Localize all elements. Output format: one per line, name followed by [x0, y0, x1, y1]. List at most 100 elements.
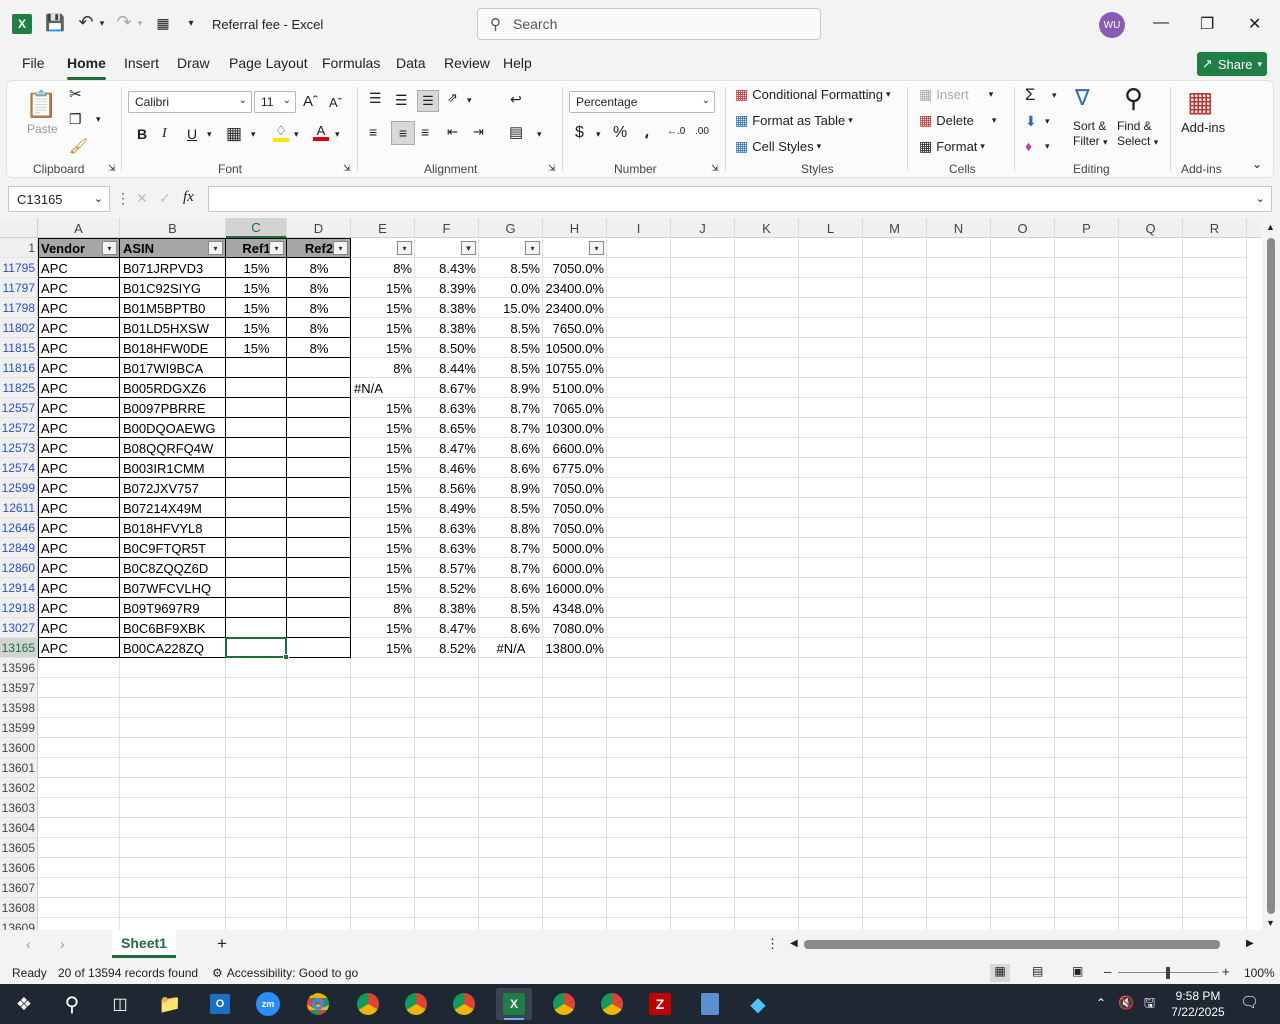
column-header-r[interactable]: R: [1183, 218, 1247, 238]
table-cell[interactable]: B072JXV757: [120, 478, 226, 498]
tab-formulas[interactable]: Formulas: [322, 55, 380, 71]
table-cell[interactable]: [226, 358, 287, 378]
table-cell[interactable]: 15%: [351, 338, 415, 358]
table-cell[interactable]: [226, 498, 287, 518]
table-cell[interactable]: [287, 578, 351, 598]
font-launcher-icon[interactable]: ⇲: [343, 163, 351, 174]
normal-view-icon[interactable]: ▦: [990, 964, 1010, 982]
chrome-profile-icon[interactable]: [398, 988, 434, 1020]
table-cell[interactable]: 8%: [351, 258, 415, 278]
table-cell[interactable]: 15%: [351, 318, 415, 338]
table-cell[interactable]: 8.50%: [415, 338, 479, 358]
zoom-in-icon[interactable]: +: [1222, 964, 1230, 979]
column-header-d[interactable]: D: [287, 218, 351, 238]
row-header[interactable]: 12573: [0, 438, 38, 458]
table-cell[interactable]: 10755.0%: [543, 358, 607, 378]
underline-icon[interactable]: U: [187, 126, 197, 142]
row-header[interactable]: 13598: [0, 698, 38, 718]
table-cell[interactable]: [226, 598, 287, 618]
table-cell[interactable]: 8%: [287, 298, 351, 318]
table-cell[interactable]: APC: [38, 338, 120, 358]
table-cell[interactable]: 8.6%: [479, 458, 543, 478]
excel-taskbar-icon[interactable]: X: [496, 988, 532, 1020]
tab-draw[interactable]: Draw: [177, 55, 210, 71]
table-cell[interactable]: 8.38%: [415, 298, 479, 318]
table-cell[interactable]: 8.57%: [415, 558, 479, 578]
next-sheet-icon[interactable]: ›: [60, 936, 65, 952]
table-cell[interactable]: B00CA228ZQ: [120, 638, 226, 658]
table-cell[interactable]: 8.49%: [415, 498, 479, 518]
row-header[interactable]: 13600: [0, 738, 38, 758]
accessibility-status[interactable]: ⚙ Accessibility: Good to go: [212, 966, 358, 980]
table-cell[interactable]: B08QQRFQ4W: [120, 438, 226, 458]
table-cell[interactable]: B07WFCVLHQ: [120, 578, 226, 598]
table-cell[interactable]: 8.46%: [415, 458, 479, 478]
column-header-j[interactable]: J: [671, 218, 735, 238]
row-header[interactable]: 13607: [0, 878, 38, 898]
minimize-icon[interactable]: —: [1153, 14, 1169, 32]
vertical-scrollbar[interactable]: ▲ ▼: [1262, 218, 1280, 930]
table-cell[interactable]: 8%: [287, 338, 351, 358]
volume-muted-icon[interactable]: 🔇: [1118, 995, 1134, 1011]
table-cell[interactable]: 8.67%: [415, 378, 479, 398]
table-cell[interactable]: [226, 538, 287, 558]
table-cell[interactable]: 8%: [287, 318, 351, 338]
font-color-dropdown-icon[interactable]: ▾: [335, 129, 340, 140]
table-cell[interactable]: [287, 618, 351, 638]
table-cell[interactable]: [226, 378, 287, 398]
selected-cell[interactable]: [225, 637, 287, 658]
chrome-profile-icon[interactable]: [350, 988, 386, 1020]
row-header[interactable]: 11802: [0, 318, 38, 338]
zoom-slider-thumb[interactable]: [1166, 967, 1170, 979]
prev-sheet-icon[interactable]: ‹: [26, 936, 31, 952]
row-header[interactable]: 13608: [0, 898, 38, 918]
table-cell[interactable]: 8.65%: [415, 418, 479, 438]
table-cell[interactable]: B018HFW0DE: [120, 338, 226, 358]
merge-center-icon[interactable]: ▤: [509, 123, 523, 141]
row-header[interactable]: 12574: [0, 458, 38, 478]
table-cell[interactable]: 7050.0%: [543, 478, 607, 498]
sheet-tab-sheet1[interactable]: Sheet1: [112, 930, 176, 958]
paste-icon[interactable]: 📋: [25, 87, 57, 121]
table-cell[interactable]: APC: [38, 478, 120, 498]
table-cell[interactable]: 8.5%: [479, 318, 543, 338]
horizontal-scroll-thumb[interactable]: [804, 940, 1220, 949]
start-icon[interactable]: ❖: [6, 988, 42, 1020]
table-cell[interactable]: 15%: [226, 318, 287, 338]
restore-icon[interactable]: ❐: [1200, 14, 1214, 34]
align-left-icon[interactable]: ≡: [369, 124, 377, 140]
decrease-font-icon[interactable]: Aˇ: [329, 95, 342, 110]
column-header-q[interactable]: Q: [1119, 218, 1183, 238]
table-cell[interactable]: 8.7%: [479, 558, 543, 578]
collapse-ribbon-icon[interactable]: ⌄: [1252, 157, 1262, 171]
enter-icon[interactable]: ✓: [159, 190, 171, 207]
table-cell[interactable]: 23400.0%: [543, 278, 607, 298]
filezilla-icon[interactable]: Z: [642, 988, 678, 1020]
row-header[interactable]: 11797: [0, 278, 38, 298]
add-ins-icon[interactable]: ▦: [1187, 85, 1213, 118]
name-box[interactable]: C13165 ⌄: [8, 186, 110, 212]
fill-color-dropdown-icon[interactable]: ▾: [294, 129, 299, 140]
row-header[interactable]: 13602: [0, 778, 38, 798]
table-cell[interactable]: 5000.0%: [543, 538, 607, 558]
decrease-indent-icon[interactable]: ⇤: [447, 124, 458, 140]
tab-file[interactable]: File: [22, 55, 45, 71]
table-cell[interactable]: 15%: [226, 298, 287, 318]
network-icon[interactable]: 🖫: [1144, 994, 1155, 1016]
tab-home[interactable]: Home: [67, 55, 106, 80]
formula-input[interactable]: ⌄: [208, 186, 1272, 212]
comma-icon[interactable]: ،: [644, 123, 649, 143]
row-header[interactable]: 13605: [0, 838, 38, 858]
table-cell[interactable]: APC: [38, 518, 120, 538]
table-cell[interactable]: 8.5%: [479, 338, 543, 358]
currency-dropdown-icon[interactable]: ▾: [596, 129, 601, 140]
table-cell[interactable]: 15%: [351, 458, 415, 478]
align-bottom-icon[interactable]: ☰: [417, 90, 439, 112]
copy-icon[interactable]: ❐: [69, 111, 82, 128]
tab-view[interactable]: Help: [503, 55, 532, 71]
font-name-dropdown[interactable]: Calibri ⌄: [128, 91, 252, 113]
table-cell[interactable]: B09T9697R9: [120, 598, 226, 618]
table-cell[interactable]: 8.5%: [479, 598, 543, 618]
column-header-p[interactable]: P: [1055, 218, 1119, 238]
table-cell[interactable]: 8.43%: [415, 258, 479, 278]
